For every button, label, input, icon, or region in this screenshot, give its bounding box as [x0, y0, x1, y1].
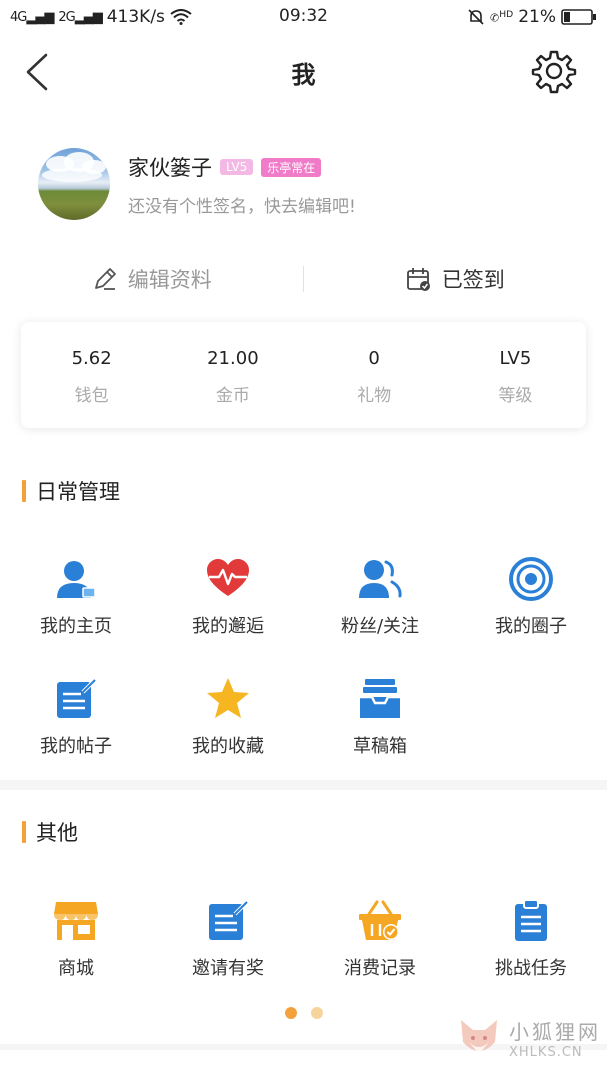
grid-label: 我的邂逅 — [192, 616, 264, 637]
edit-profile-button[interactable]: 编辑资料 — [0, 254, 304, 304]
watermark: 小狐狸网 XHLKS.CN — [455, 1014, 601, 1062]
grid-label: 我的主页 — [40, 616, 112, 637]
stat-gifts[interactable]: 0 礼物 — [304, 322, 445, 428]
mute-bell-icon — [468, 9, 484, 25]
grid-label: 我的圈子 — [495, 616, 567, 637]
star-icon — [207, 678, 249, 718]
stat-value: LV5 — [499, 348, 532, 369]
nav-bar: 我 — [0, 34, 607, 110]
username-row: 家伙篓子 LV5 乐亭常在 — [128, 152, 322, 182]
fox-logo-icon — [461, 1020, 497, 1054]
watermark-cn: 小狐狸网 — [509, 1020, 601, 1044]
grid-label: 我的收藏 — [192, 736, 264, 757]
stat-label: 等级 — [498, 386, 533, 406]
grid-label: 邀请有奖 — [192, 958, 264, 979]
followers-icon — [359, 560, 402, 598]
grid-item-home-page[interactable]: 我的主页 — [0, 556, 152, 638]
daily-title: 日常管理 — [36, 480, 120, 504]
grid-item-circle[interactable]: 我的圈子 — [455, 556, 607, 638]
drafts-icon — [360, 679, 400, 718]
daily-section-title: 日常管理 — [22, 476, 120, 506]
stat-value: 0 — [368, 348, 380, 369]
back-chevron-icon[interactable] — [22, 52, 52, 92]
heart-pulse-icon — [207, 559, 249, 596]
battery-icon — [561, 9, 596, 25]
profile-actions: 编辑资料 已签到 — [0, 254, 607, 304]
grid-label: 我的帖子 — [40, 736, 112, 757]
grid-label: 消费记录 — [344, 958, 416, 979]
post-icon — [57, 678, 97, 718]
stat-level[interactable]: LV5 等级 — [445, 322, 586, 428]
section-accent-bar — [22, 480, 26, 502]
grid-item-favorites[interactable]: 我的收藏 — [152, 676, 304, 758]
signature-text[interactable]: 还没有个性签名，快去编辑吧! — [128, 192, 356, 217]
tag-badge: 乐亭常在 — [261, 157, 322, 177]
basket-icon — [359, 900, 401, 940]
settings-gear-icon[interactable] — [531, 48, 577, 94]
watermark-text: 小狐狸网 XHLKS.CN — [509, 1016, 601, 1060]
grid-item-posts[interactable]: 我的帖子 — [0, 676, 152, 758]
other-section-title: 其他 — [22, 817, 78, 847]
action-divider — [303, 266, 304, 292]
level-badge: LV5 — [220, 159, 254, 175]
other-title: 其他 — [36, 821, 78, 845]
section-accent-bar — [22, 821, 26, 843]
signal-icon-2: 2G▂▄▆ — [58, 9, 102, 25]
invite-icon — [209, 900, 249, 940]
profile-header[interactable]: 家伙篓子 LV5 乐亭常在 还没有个性签名，快去编辑吧! — [38, 146, 587, 220]
calendar-check-icon — [406, 268, 430, 291]
clipboard-icon — [515, 899, 547, 941]
page-title: 我 — [291, 60, 316, 89]
signed-in-button[interactable]: 已签到 — [304, 254, 607, 304]
pager-dot-active[interactable] — [284, 1007, 297, 1019]
status-left: 4G▂▄▆ 2G▂▄▆ 413K/s — [10, 7, 192, 27]
pager-dot[interactable] — [310, 1007, 323, 1019]
grid-item-drafts[interactable]: 草稿箱 — [304, 676, 456, 758]
edit-profile-label: 编辑资料 — [127, 268, 212, 292]
watermark-en: XHLKS.CN — [509, 1045, 583, 1060]
grid-item-invite[interactable]: 邀请有奖 — [152, 898, 304, 980]
grid-item-purchase-history[interactable]: 消费记录 — [304, 898, 456, 980]
wifi-icon — [170, 9, 192, 25]
stats-card: 5.62 钱包 21.00 金币 0 礼物 LV5 等级 — [21, 322, 586, 428]
shop-icon — [54, 902, 98, 940]
grid-label: 粉丝/关注 — [340, 616, 420, 637]
circle-icon — [509, 557, 553, 601]
grid-item-challenge[interactable]: 挑战任务 — [455, 898, 607, 980]
hd-call-icon: ✆HD — [490, 9, 514, 25]
grid-item-shop[interactable]: 商城 — [0, 898, 152, 980]
stat-label: 礼物 — [357, 386, 392, 406]
grid-item-encounter[interactable]: 我的邂逅 — [152, 556, 304, 638]
stat-coins[interactable]: 21.00 金币 — [162, 322, 303, 428]
battery-percent: 21% — [518, 7, 556, 27]
stat-value: 5.62 — [71, 348, 112, 369]
avatar[interactable] — [38, 148, 110, 220]
grid-item-followers[interactable]: 粉丝/关注 — [304, 556, 456, 638]
net-speed: 413K/s — [106, 7, 165, 27]
status-bar: 4G▂▄▆ 2G▂▄▆ 413K/s 09:32 ✆HD 21% — [0, 0, 607, 34]
signed-in-label: 已签到 — [441, 268, 505, 292]
stat-value: 21.00 — [207, 348, 259, 369]
signal-icon: 4G▂▄▆ — [10, 9, 54, 25]
section-divider — [0, 780, 607, 790]
home-page-icon — [57, 561, 96, 598]
pencil-icon — [94, 268, 116, 290]
grid-label: 商城 — [58, 958, 94, 979]
grid-label: 草稿箱 — [353, 736, 407, 757]
grid-label: 挑战任务 — [495, 958, 567, 979]
status-right: ✆HD 21% — [467, 7, 597, 27]
stat-label: 金币 — [215, 386, 250, 406]
stat-label: 钱包 — [74, 386, 109, 406]
stat-wallet[interactable]: 5.62 钱包 — [21, 322, 162, 428]
username: 家伙篓子 — [128, 156, 212, 180]
